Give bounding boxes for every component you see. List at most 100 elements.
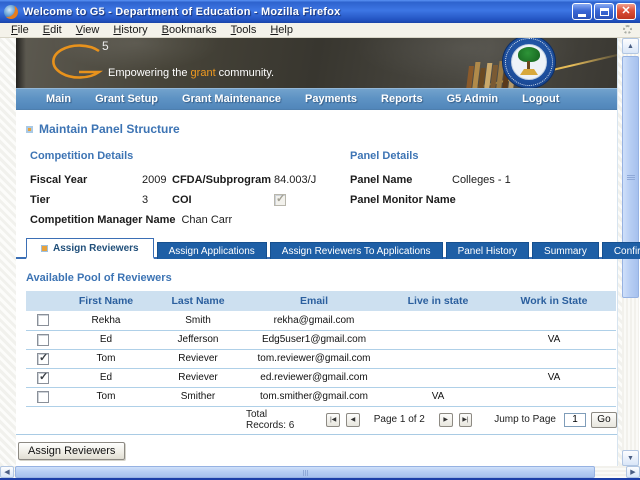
page-indicator: Page 1 of 2 [374,414,425,425]
cell-work-in-state [492,387,616,406]
horizontal-scrollbar[interactable]: ◀ ▶ [0,466,640,478]
tab-confirmation[interactable]: Confirmation [602,242,640,259]
coi-checkbox [274,194,286,206]
tab-label: Confirmation [614,246,640,257]
nav-item-logout[interactable]: Logout [522,93,559,105]
tab-assign-reviewers[interactable]: Assign Reviewers [26,238,154,259]
nav-item-grant-maintenance[interactable]: Grant Maintenance [182,93,281,105]
reviewer-checkbox[interactable] [37,372,49,384]
menu-tools[interactable]: Tools [224,23,264,37]
tab-assign-applications[interactable]: Assign Applications [157,242,267,259]
available-pool-heading: Available Pool of Reviewers [26,272,617,284]
cell-work-in-state: VA [492,330,616,349]
tab-strip: Assign Reviewers Assign Applications Assig… [16,238,617,259]
detail-row: Tier 3 COI [30,190,350,210]
cell-last-name: Smither [152,387,244,406]
page-title-icon [26,126,33,133]
browser-window: Welcome to G5 - Department of Education … [0,0,640,480]
tab-label: Summary [544,246,587,257]
cell-first-name: Tom [60,387,152,406]
table-row: TomSmithertom.smither@gmail.comVA [26,387,616,406]
cell-live-in-state [384,311,492,330]
department-of-education-seal-icon [502,38,556,88]
scroll-left-icon[interactable]: ◀ [0,466,14,478]
tab-bar: Assign Reviewers Assign Applications Assig… [26,238,617,259]
detail-row: Competition Manager Name Chan Carr [30,210,350,230]
restore-button[interactable] [594,3,614,20]
reviewer-checkbox[interactable] [37,353,49,365]
column-header-select [26,291,60,311]
nav-item-main[interactable]: Main [46,93,71,105]
nav-item-g5-admin[interactable]: G5 Admin [447,93,499,105]
tab-label: Assign Applications [169,246,255,257]
fiscal-year-value: 2009 [142,174,172,186]
cell-email: Edg5user1@gmail.com [244,330,384,349]
cell-live-in-state [384,368,492,387]
nav-item-reports[interactable]: Reports [381,93,423,105]
page-title-row: Maintain Panel Structure [16,110,617,138]
table-row: RekhaSmithrekha@gmail.com [26,311,616,330]
tier-label: Tier [30,194,142,206]
tab-panel-history[interactable]: Panel History [446,242,529,259]
nav-item-grant-setup[interactable]: Grant Setup [95,93,158,105]
menu-history[interactable]: History [106,23,154,37]
cell-last-name: Smith [152,311,244,330]
table-row: TomRevievertom.reviewer@gmail.com [26,349,616,368]
reviewers-table: First NameLast NameEmailLive in stateWor… [26,291,616,407]
nav-item-payments[interactable]: Payments [305,93,357,105]
column-header-work-in-state: Work in State [492,291,616,311]
pagination-prev-button[interactable]: ◀ [346,413,360,427]
throbber-icon [623,25,632,34]
tab-label: Assign Reviewers To Applications [282,246,431,257]
reviewer-checkbox[interactable] [37,314,49,326]
assign-reviewers-button[interactable]: Assign Reviewers [18,442,125,460]
pagination-first-button[interactable]: |◀ [326,413,340,427]
cell-select [26,349,60,368]
menu-help[interactable]: Help [263,23,300,37]
jump-to-page-input[interactable] [564,413,586,427]
horizontal-scroll-thumb[interactable] [15,466,595,478]
cell-first-name: Rekha [60,311,152,330]
jump-to-page-label: Jump to Page [494,414,556,425]
reviewer-checkbox[interactable] [37,334,49,346]
menu-edit[interactable]: Edit [36,23,69,37]
tier-value: 3 [142,194,172,206]
pagination-last-button[interactable]: ▶| [459,413,473,427]
minimize-button[interactable] [572,3,592,20]
go-button[interactable]: Go [591,412,617,428]
scroll-down-icon[interactable]: ▼ [622,450,639,466]
restore-icon [600,8,609,16]
tab-summary[interactable]: Summary [532,242,599,259]
fiscal-year-label: Fiscal Year [30,174,142,186]
menu-view[interactable]: View [69,23,107,37]
tab-label: Assign Reviewers [53,243,139,254]
scroll-right-icon[interactable]: ▶ [626,466,640,478]
panel-monitor-label: Panel Monitor Name [350,194,456,206]
cell-email: tom.smither@gmail.com [244,387,384,406]
cell-last-name: Jefferson [152,330,244,349]
tab-label: Panel History [458,246,517,257]
seal-trunk-icon [527,61,530,69]
scroll-up-icon[interactable]: ▲ [622,38,639,54]
cell-select [26,368,60,387]
cell-live-in-state [384,330,492,349]
detail-row: Fiscal Year 2009 CFDA/Subprogram 84.003/… [30,170,350,190]
reviewers-body: RekhaSmithrekha@gmail.comEdJeffersonEdg5… [26,311,616,406]
detail-row: Panel Name Colleges - 1 [350,170,617,190]
close-button[interactable]: ✕ [616,3,636,20]
firefox-icon [4,5,18,19]
cell-work-in-state [492,349,616,368]
cell-email: rekha@gmail.com [244,311,384,330]
reviewer-checkbox[interactable] [37,391,49,403]
menu-bookmarks[interactable]: Bookmarks [155,23,224,37]
cell-live-in-state [384,349,492,368]
page-title: Maintain Panel Structure [39,122,180,136]
column-header-first-name: First Name [60,291,152,311]
total-records-label: Total Records: 6 [246,409,302,431]
pagination-next-button[interactable]: ▶ [439,413,453,427]
cell-email: ed.reviewer@gmail.com [244,368,384,387]
vertical-scroll-thumb[interactable] [622,56,639,298]
page-content: 5 Empowering the grant community. MainGr… [16,38,618,466]
menu-file[interactable]: File [4,23,36,37]
tab-assign-reviewers-to-applications[interactable]: Assign Reviewers To Applications [270,242,443,259]
